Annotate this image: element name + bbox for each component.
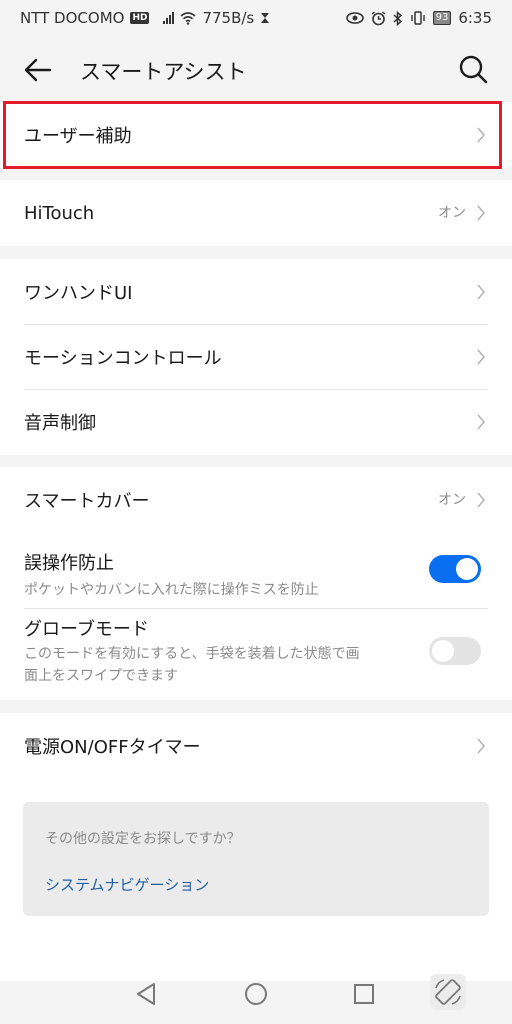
back-arrow-icon[interactable] [22,54,54,86]
chevron-right-icon [477,414,486,430]
hourglass-icon [261,13,270,23]
power-timer-row[interactable]: 電源ON/OFFタイマー [0,713,512,779]
page-title: スマートアシスト [80,60,247,84]
mistouch-label: 誤操作防止 [24,553,114,574]
suggestion-card: その他の設定をお探しですか？ システムナビゲーション [23,802,489,916]
hitouch-label: HiTouch [24,202,95,224]
wifi-icon [180,11,196,25]
chevron-right-icon [477,348,486,365]
glove-mode-row[interactable]: グローブモード このモードを有効にすると、手袋を装着した状態で画 面上をスワイプ… [0,605,512,697]
settings-group-accessibility: ユーザー補助 [0,102,512,168]
hitouch-row[interactable]: HiTouch オン [0,180,512,246]
chevron-right-icon [477,492,486,508]
chevron-right-icon [477,738,486,754]
search-icon[interactable] [456,52,490,86]
navigation-bar [0,964,512,1024]
eye-icon [345,12,364,24]
status-bar: NTT DOCOMO HD 775B/s 93 6:35 [0,0,512,36]
app-bar: スマートアシスト [0,36,512,102]
settings-group-hitouch: HiTouch オン [0,180,512,246]
glove-mode-toggle[interactable] [429,637,481,665]
suggestion-question: その他の設定をお探しですか？ [45,831,241,847]
voice-control-row[interactable]: 音声制御 [0,389,512,455]
hitouch-value: オン [438,205,466,221]
smart-cover-row[interactable]: スマートカバー オン [0,467,512,533]
mistouch-description: ポケットやカバンに入れた際に操作ミスを防止 [24,582,319,598]
motion-control-row[interactable]: モーションコントロール [0,324,512,389]
recents-icon[interactable] [348,978,380,1010]
accessibility-row[interactable]: ユーザー補助 [0,102,512,168]
carrier-name: NTT DOCOMO [20,9,125,27]
onehand-ui-label: ワンハンドUI [24,282,133,304]
home-icon[interactable] [240,978,272,1010]
network-speed: 775B/s [202,9,255,27]
chevron-right-icon [477,283,486,300]
motion-control-label: モーションコントロール [24,347,222,369]
mistouch-row[interactable]: 誤操作防止 ポケットやカバンに入れた際に操作ミスを防止 [0,533,512,605]
accessibility-label: ユーザー補助 [24,126,132,147]
back-icon[interactable] [130,978,162,1010]
smart-cover-value: オン [438,492,466,508]
glove-mode-description-line2: 面上をスワイプできます [24,668,178,684]
chevron-right-icon [477,127,486,143]
battery-icon: 93 [432,11,452,25]
hd-badge: HD [130,12,150,24]
settings-group-cover: スマートカバー オン 誤操作防止 ポケットやカバンに入れた際に操作ミスを防止 グ… [0,467,512,700]
clock: 6:35 [458,9,492,27]
system-navigation-link[interactable]: システムナビゲーション [45,874,209,895]
alarm-icon [371,10,386,25]
power-timer-label: 電源ON/OFFタイマー [24,737,201,758]
settings-group-gestures: ワンハンドUI モーションコントロール 音声制御 [0,259,512,455]
rotate-screen-icon[interactable] [430,974,466,1010]
onehand-ui-row[interactable]: ワンハンドUI [0,259,512,324]
vibrate-icon [410,11,425,25]
bluetooth-icon [393,10,402,26]
signal-icon [163,12,175,24]
chevron-right-icon [477,205,486,221]
voice-control-label: 音声制御 [24,413,96,434]
smart-cover-label: スマートカバー [24,491,150,512]
glove-mode-description-line1: このモードを有効にすると、手袋を装着した状態で画 [24,646,360,662]
mistouch-toggle[interactable] [429,555,481,583]
glove-mode-label: グローブモード [24,619,149,640]
